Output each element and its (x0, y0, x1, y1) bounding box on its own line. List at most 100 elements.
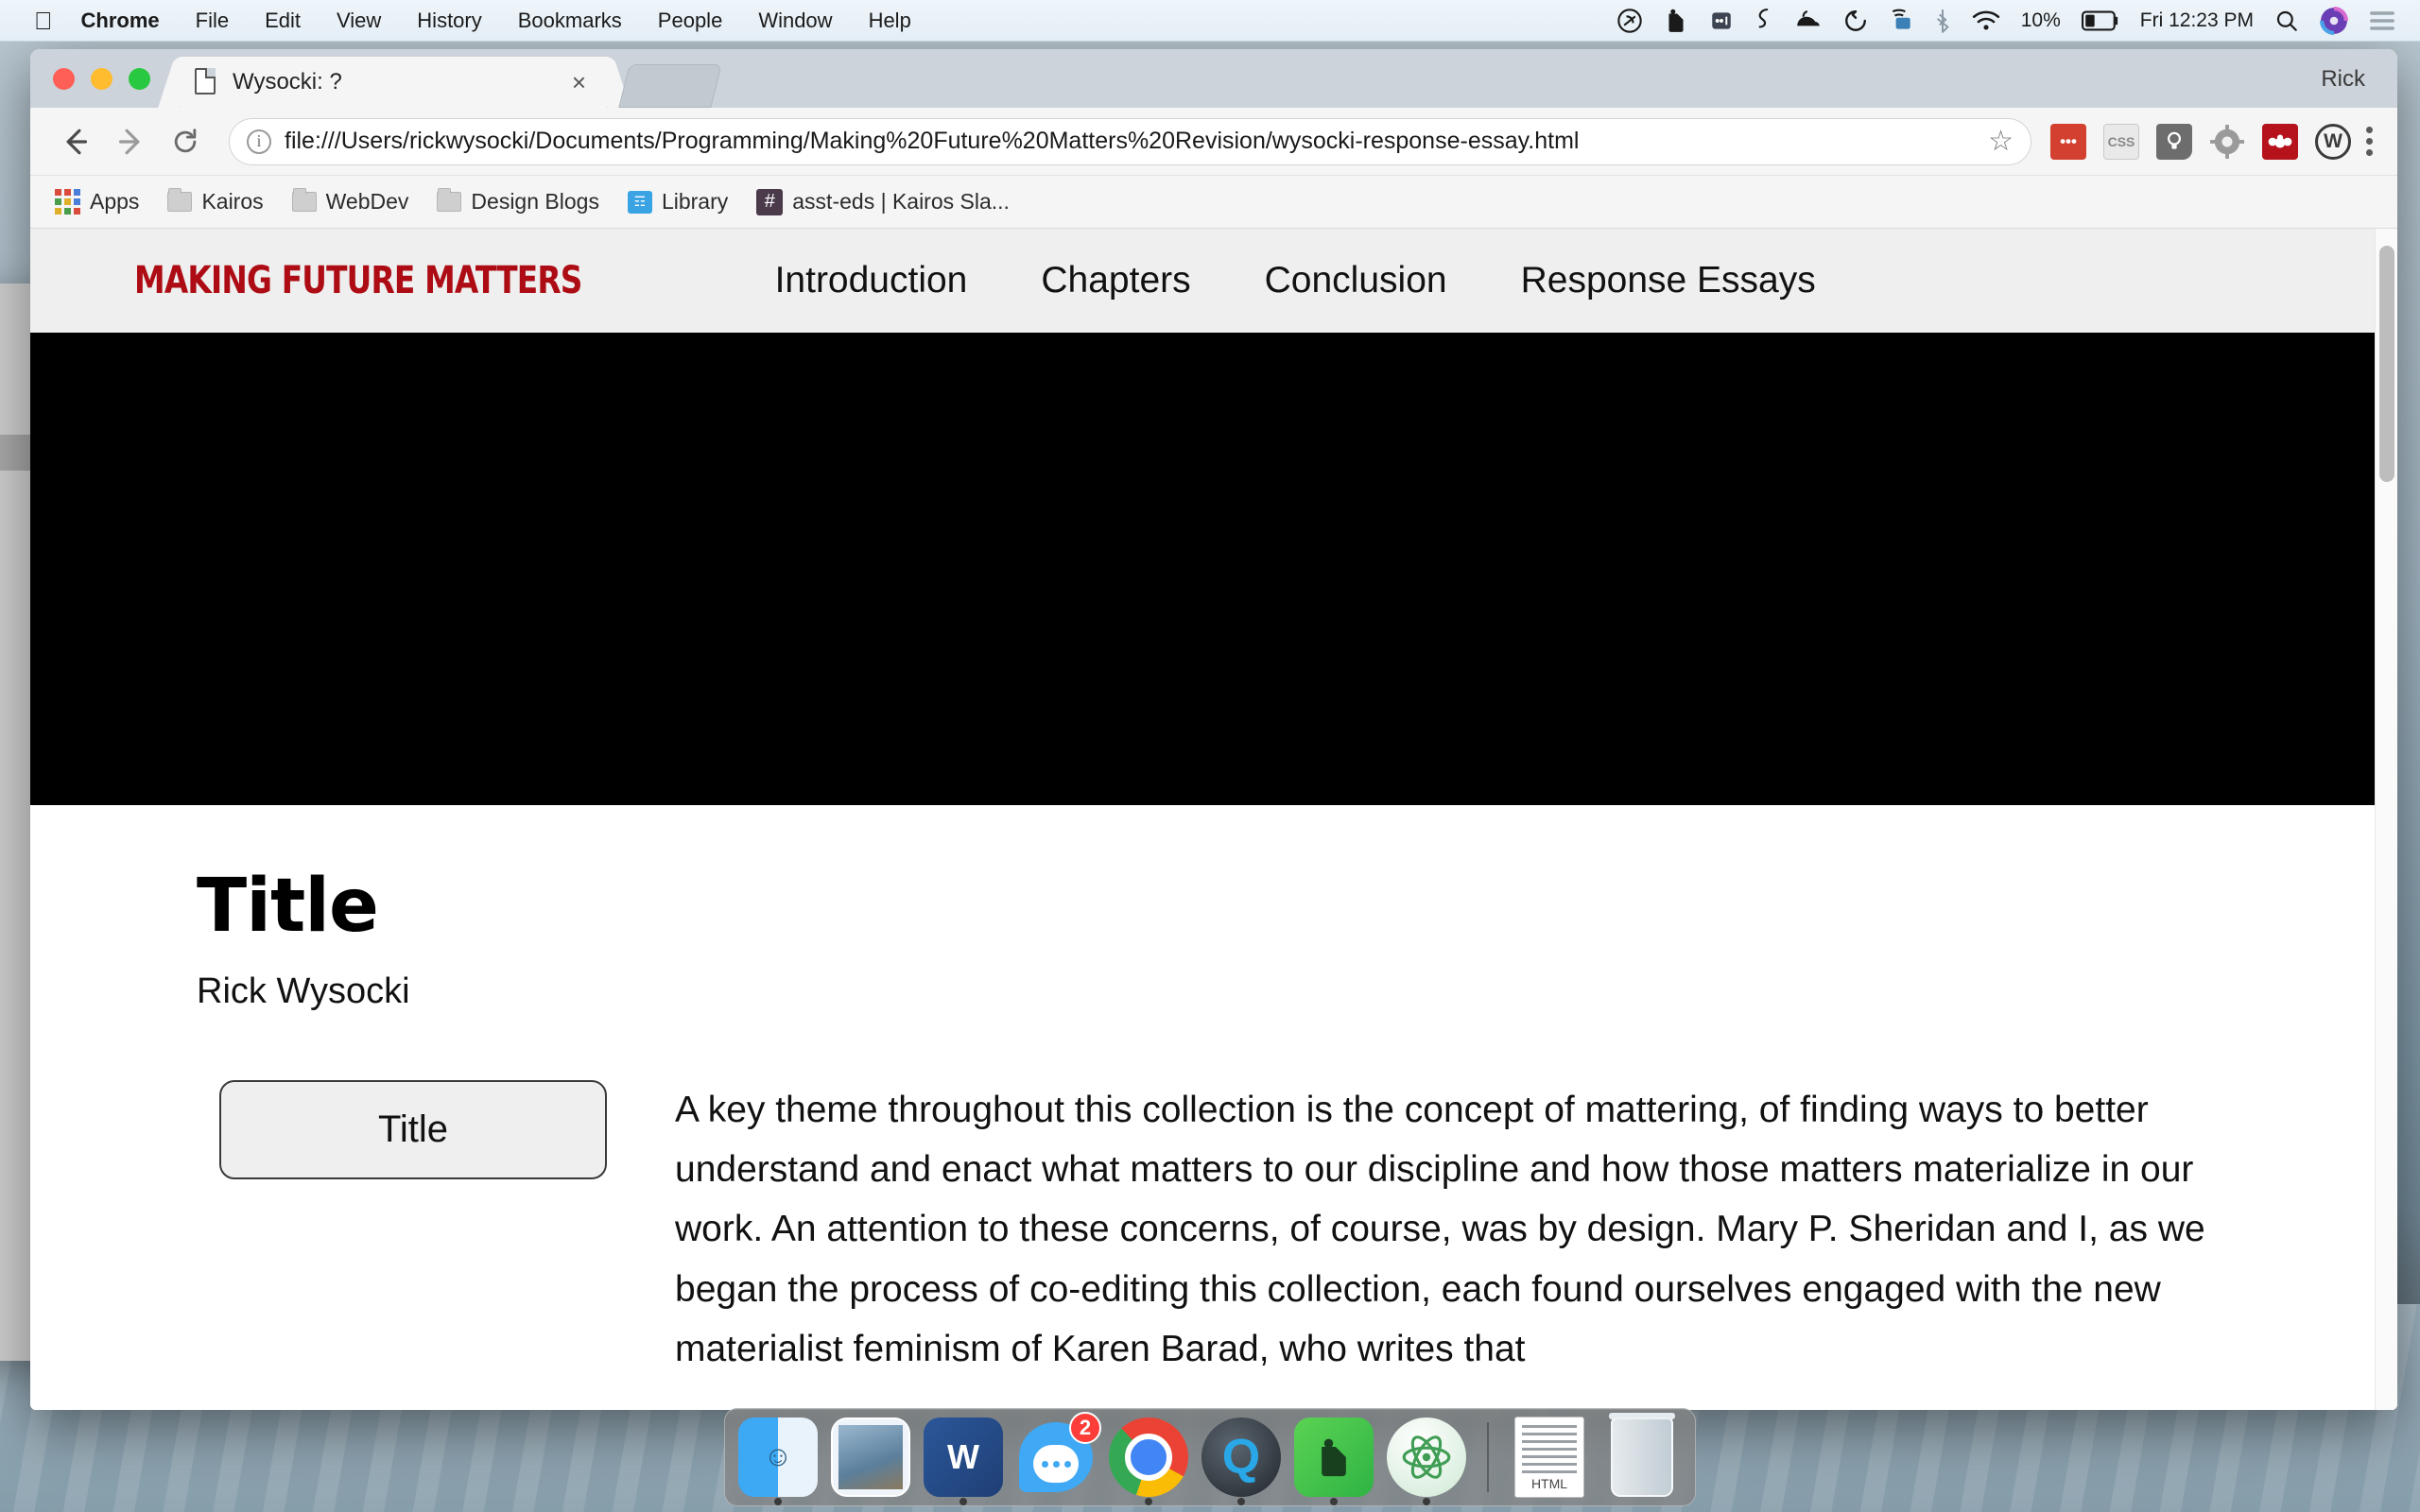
folder-icon (291, 188, 317, 212)
bookmark-label: asst-eds | Kairos Sla... (792, 189, 1010, 214)
evernote-dock-icon[interactable] (1294, 1418, 1374, 1505)
article-body: Title A key theme throughout this collec… (30, 1080, 2397, 1379)
trash-dock-icon[interactable] (1602, 1413, 1682, 1497)
lightbulb-note-extension-icon[interactable] (2156, 123, 2192, 160)
css-viewer-extension-icon[interactable]: CSS (2103, 123, 2139, 160)
lastpass-icon[interactable] (1709, 8, 1734, 34)
minimize-button[interactable] (91, 68, 112, 90)
tab-strip: Wysocki: ? × Rick (30, 49, 2397, 108)
back-arrow-icon[interactable] (51, 117, 100, 166)
folder-icon (437, 188, 462, 212)
nav-link-conclusion[interactable]: Conclusion (1265, 260, 1447, 301)
clock-label[interactable]: Fri 12:23 PM (2140, 9, 2254, 32)
gear-extension-icon[interactable] (2209, 124, 2245, 160)
wikipedia-extension-icon[interactable]: W (2315, 123, 2351, 160)
section-title-button[interactable]: Title (219, 1080, 607, 1179)
hero-banner (30, 333, 2397, 805)
bookmark-star-icon[interactable]: ☆ (1988, 125, 2014, 158)
article-content: Title Rick Wysocki Title A key theme thr… (30, 805, 2397, 1379)
document-icon (195, 68, 219, 96)
menu-item-edit[interactable]: Edit (265, 9, 301, 33)
menu-item-view[interactable]: View (337, 9, 381, 33)
bookmark-label: Design Blogs (471, 189, 599, 214)
word-dock-icon[interactable]: W (924, 1418, 1003, 1505)
url-text[interactable]: file:///Users/rickwysocki/Documents/Prog… (285, 128, 1979, 155)
bookmark-design-blogs[interactable]: Design Blogs (437, 188, 599, 215)
bookmark-library[interactable]: ☶ Library (627, 189, 729, 215)
site-navigation-bar: MAKING FUTURE MATTERS Introduction Chapt… (30, 229, 2397, 333)
menu-item-history[interactable]: History (417, 9, 481, 33)
page-viewport: MAKING FUTURE MATTERS Introduction Chapt… (30, 229, 2397, 1410)
kebab-menu-icon[interactable] (2366, 127, 2373, 156)
nav-link-response-essays[interactable]: Response Essays (1521, 260, 1816, 301)
apple-logo-icon[interactable]:  (34, 9, 53, 33)
apps-grid-icon (55, 189, 80, 215)
menu-item-people[interactable]: People (658, 9, 723, 33)
siri-icon[interactable] (2320, 6, 2348, 35)
menu-item-bookmarks[interactable]: Bookmarks (518, 9, 622, 33)
page-title: Title (197, 864, 379, 949)
nav-link-chapters[interactable]: Chapters (1041, 260, 1190, 301)
timing-icon[interactable] (1843, 8, 1868, 34)
browser-toolbar: i file:///Users/rickwysocki/Documents/Pr… (30, 108, 2397, 176)
quicktime-dock-icon[interactable]: Q (1201, 1418, 1281, 1505)
bookmark-label: Apps (90, 189, 140, 214)
profile-name-label[interactable]: Rick (2321, 66, 2365, 93)
address-bar[interactable]: i file:///Users/rickwysocki/Documents/Pr… (229, 117, 2031, 165)
airserver-icon[interactable] (1889, 8, 1913, 34)
extensions-area: ••• CSS W (2050, 123, 2351, 160)
file-type-label: HTML (1530, 1476, 1568, 1491)
article-author: Rick Wysocki (197, 971, 410, 1011)
page-scrollbar[interactable] (2375, 229, 2397, 1410)
mail-dock-icon[interactable] (831, 1418, 910, 1497)
folder-icon (167, 188, 193, 212)
chrome-dock-icon[interactable] (1109, 1418, 1188, 1505)
bookmark-kairos[interactable]: Kairos (167, 188, 264, 215)
bookmark-label: Kairos (201, 189, 264, 214)
close-icon[interactable]: × (564, 68, 594, 97)
finder-dock-icon[interactable]: ☺ (738, 1418, 818, 1505)
bluetooth-icon[interactable] (1934, 8, 1951, 34)
menu-bar:  Chrome File Edit View History Bookmark… (0, 0, 2420, 42)
window-controls (53, 68, 150, 90)
hazel-icon[interactable] (1794, 8, 1823, 34)
new-tab-button[interactable] (618, 64, 722, 108)
page-info-icon[interactable]: i (247, 129, 271, 154)
bookmark-asst-eds[interactable]: # asst-eds | Kairos Sla... (756, 188, 1010, 215)
bookmark-label: Library (661, 189, 729, 214)
menu-item-help[interactable]: Help (869, 9, 911, 33)
atom-dock-icon[interactable] (1387, 1418, 1466, 1505)
close-button[interactable] (53, 68, 75, 90)
spotlight-search-icon[interactable] (2274, 8, 2299, 34)
slack-icon: # (756, 188, 784, 215)
bookmark-apps[interactable]: Apps (55, 189, 139, 215)
creative-cloud-icon[interactable] (1616, 8, 1643, 34)
bookmarks-bar: Apps Kairos WebDev Design Blogs ☶ Librar… (30, 176, 2397, 229)
site-logo[interactable]: MAKING FUTURE MATTERS (134, 259, 582, 302)
nav-link-introduction[interactable]: Introduction (775, 260, 968, 301)
reload-icon[interactable] (161, 117, 210, 166)
evernote-icon[interactable] (1664, 8, 1688, 34)
browser-tab[interactable]: Wysocki: ? × (182, 57, 607, 108)
maximize-button[interactable] (129, 68, 150, 90)
chrome-browser-window: Wysocki: ? × Rick i file:///Users/rickwy… (30, 49, 2397, 1410)
lastpass-extension-icon[interactable]: ••• (2050, 123, 2086, 160)
scrollbar-thumb[interactable] (2379, 246, 2394, 482)
menu-item-chrome[interactable]: Chrome (81, 9, 160, 33)
dock-separator (1487, 1422, 1489, 1492)
bookmark-webdev[interactable]: WebDev (291, 188, 408, 215)
menu-item-file[interactable]: File (196, 9, 229, 33)
battery-percent-label: 10% (2020, 9, 2061, 31)
library-icon: ☶ (627, 190, 652, 214)
html-file-dock-icon[interactable]: HTML (1510, 1417, 1589, 1498)
forward-arrow-icon[interactable] (106, 117, 155, 166)
mendeley-extension-icon[interactable] (2262, 123, 2298, 160)
notification-center-icon[interactable] (2369, 8, 2395, 34)
menu-item-window[interactable]: Window (758, 9, 832, 33)
sizeup-icon[interactable] (1754, 8, 1773, 34)
dock: ☺ W 2 Q HTML (724, 1408, 1696, 1506)
wifi-icon[interactable] (1972, 8, 2000, 34)
site-nav-links: Introduction Chapters Conclusion Respons… (775, 260, 1816, 301)
messages-dock-icon[interactable]: 2 (1016, 1412, 1101, 1497)
battery-icon[interactable] (2081, 8, 2119, 34)
